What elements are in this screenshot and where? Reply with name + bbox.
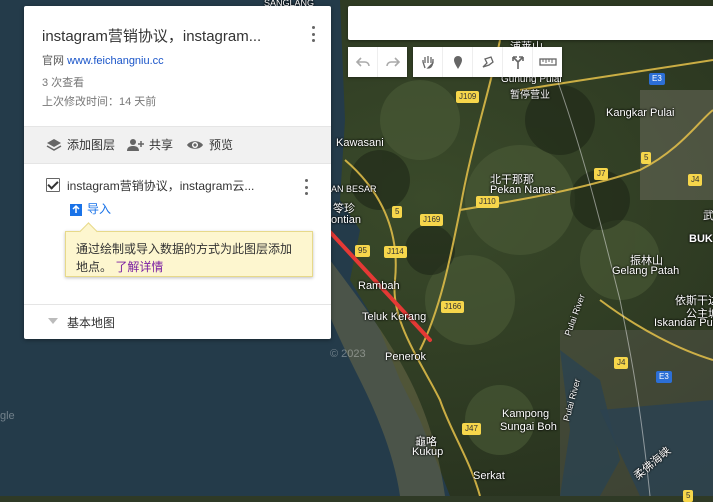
map-panel: instagram营销协议，instagram... 官网 www.feicha…: [24, 6, 331, 339]
preview-button[interactable]: 预览: [186, 136, 233, 153]
map-label: Kangkar Pulai: [606, 107, 675, 119]
map-label: Sungai Boh: [500, 421, 557, 433]
map-label: AN BESAR: [331, 184, 377, 194]
search-input[interactable]: [348, 6, 713, 40]
route-shield: J169: [420, 214, 444, 226]
import-link[interactable]: 导入: [70, 200, 111, 217]
share-button[interactable]: 共享: [126, 136, 173, 153]
view-count: 3 次查看: [42, 77, 85, 89]
learn-more-link[interactable]: 了解详情: [115, 260, 163, 274]
route-shield: J109: [456, 91, 480, 103]
route-shield: 5: [683, 490, 694, 502]
route-shield: J110: [476, 196, 499, 208]
draw-line-icon: [482, 56, 494, 68]
map-label: Kukup: [412, 446, 444, 458]
directions-button[interactable]: [503, 47, 533, 77]
panel-toolbar: 添加图层 共享 预览: [24, 126, 331, 164]
map-watermark: © 2023: [330, 348, 366, 360]
map-label: 武: [703, 210, 713, 222]
route-shield: J4: [614, 357, 629, 369]
redo-icon: [385, 57, 400, 67]
map-options-icon[interactable]: [305, 24, 321, 44]
basemap-label: 基本地图: [67, 316, 116, 330]
add-layer-button[interactable]: 添加图层: [46, 136, 115, 153]
map-label: Teluk Kerang: [362, 311, 427, 323]
map-label: ontian: [331, 214, 361, 226]
route-shield: 5: [392, 206, 403, 218]
route-shield: 5: [641, 152, 652, 164]
description-prefix: 官网: [42, 55, 64, 67]
map-label: 暂停营业: [510, 90, 550, 101]
map-label: Penerok: [385, 351, 426, 363]
map-label: BUK: [689, 233, 713, 245]
last-modified: 上次修改时间：14 天前: [42, 96, 157, 108]
layer-visibility-checkbox[interactable]: [46, 178, 60, 192]
hand-icon: [421, 56, 434, 69]
route-shield: J47: [462, 423, 481, 435]
add-marker-button[interactable]: [443, 47, 473, 77]
ruler-icon: [538, 58, 557, 66]
chevron-down-icon[interactable]: [48, 318, 58, 324]
map-title[interactable]: instagram营销协议，instagram...: [42, 25, 287, 46]
undo-redo-group: [348, 47, 407, 77]
route-shield: 95: [355, 245, 370, 257]
map-label: Pekan Nanas: [490, 184, 557, 196]
tip-text: 通过绘制或导入数据的方式为此图层添加地点。: [76, 242, 293, 274]
hand-tool-button[interactable]: [413, 47, 443, 77]
preview-label: 预览: [209, 138, 234, 152]
layer-item[interactable]: instagram营销协议，instagram云...: [46, 176, 306, 196]
add-layer-label: 添加图层: [67, 138, 116, 152]
map-label: Iskandar Puter: [654, 317, 713, 329]
import-label: 导入: [87, 202, 112, 216]
route-shield: E3: [649, 73, 665, 85]
undo-button[interactable]: [348, 47, 378, 77]
basemap-row[interactable]: 基本地图: [24, 304, 331, 340]
marker-icon: [453, 56, 462, 69]
add-person-icon: [127, 138, 144, 151]
layer-name[interactable]: instagram营销协议，instagram云...: [67, 177, 295, 194]
measure-button[interactable]: [533, 47, 562, 77]
undo-icon: [355, 57, 370, 67]
share-label: 共享: [149, 138, 174, 152]
map-tools-group: [413, 47, 562, 77]
route-shield: J166: [441, 301, 465, 313]
redo-button[interactable]: [378, 47, 407, 77]
map-label: Rambah: [358, 280, 400, 292]
directions-icon: [511, 56, 524, 69]
eye-icon: [187, 140, 203, 149]
map-label: Kampong: [502, 408, 550, 420]
layer-options-icon[interactable]: [298, 177, 314, 197]
map-label: Serkat: [473, 470, 505, 482]
map-label: Kawasani: [336, 137, 384, 149]
map-description[interactable]: 官网 www.feichangniu.cc: [42, 52, 164, 68]
route-shield: E3: [656, 371, 672, 383]
route-shield: J114: [384, 246, 407, 258]
import-icon: [70, 203, 82, 216]
layer-hint-tooltip: 通过绘制或导入数据的方式为此图层添加地点。 了解详情: [65, 231, 313, 277]
draw-line-button[interactable]: [473, 47, 503, 77]
map-label: Gelang Patah: [612, 265, 680, 277]
layers-icon: [46, 138, 62, 151]
route-shield: J7: [594, 168, 609, 180]
description-link[interactable]: www.feichangniu.cc: [67, 55, 164, 67]
map-watermark: gle: [0, 410, 15, 422]
route-shield: J4: [688, 174, 703, 186]
